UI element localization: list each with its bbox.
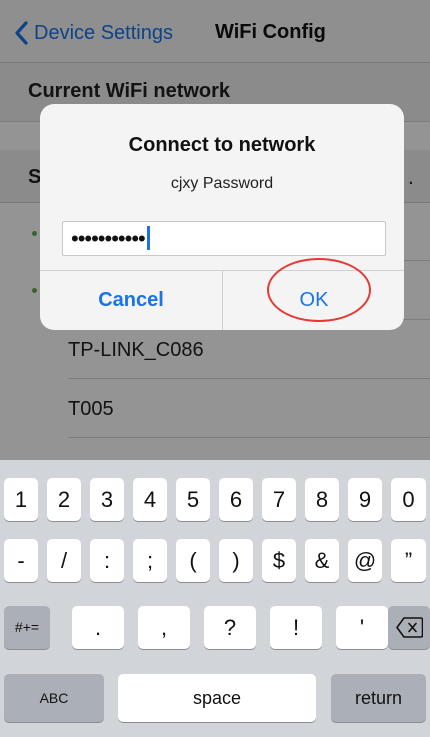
key-comma[interactable]: , — [138, 606, 190, 649]
password-field[interactable]: ••••••••••• — [62, 221, 386, 256]
abc-key[interactable]: ABC — [4, 674, 104, 722]
key-1[interactable]: 1 — [4, 478, 38, 521]
key-at[interactable]: @ — [348, 539, 382, 582]
backspace-icon — [396, 617, 423, 638]
key-colon[interactable]: : — [90, 539, 124, 582]
text-cursor — [146, 226, 150, 250]
dialog-message: cjxy Password — [170, 175, 274, 192]
dialog-title: Connect to network — [128, 134, 316, 156]
key-6[interactable]: 6 — [219, 478, 253, 521]
key-close-paren[interactable]: ) — [219, 539, 253, 582]
password-value: ••••••••••• — [71, 226, 146, 251]
key-open-paren[interactable]: ( — [176, 539, 210, 582]
return-key[interactable]: return — [331, 674, 426, 722]
ok-highlight-circle — [267, 258, 371, 322]
key-2[interactable]: 2 — [47, 478, 81, 521]
key-semicolon[interactable]: ; — [133, 539, 167, 582]
key-dollar[interactable]: $ — [262, 539, 296, 582]
key-4[interactable]: 4 — [133, 478, 167, 521]
cancel-button[interactable]: Cancel — [40, 270, 222, 330]
key-7[interactable]: 7 — [262, 478, 296, 521]
key-hyphen[interactable]: - — [4, 539, 38, 582]
key-8[interactable]: 8 — [305, 478, 339, 521]
delete-key[interactable] — [388, 606, 430, 649]
key-more-symbols[interactable]: #+= — [4, 606, 50, 649]
keyboard: 1 2 3 4 5 6 7 8 9 0 - / : ; ( ) $ & @ ” … — [0, 460, 430, 737]
key-9[interactable]: 9 — [348, 478, 382, 521]
key-quote[interactable]: ” — [391, 539, 426, 582]
space-key[interactable]: space — [118, 674, 316, 722]
key-exclamation[interactable]: ! — [270, 606, 322, 649]
key-apostrophe[interactable]: ' — [336, 606, 388, 649]
key-5[interactable]: 5 — [176, 478, 210, 521]
key-0[interactable]: 0 — [391, 478, 426, 521]
key-ampersand[interactable]: & — [305, 539, 339, 582]
key-3[interactable]: 3 — [90, 478, 124, 521]
key-period[interactable]: . — [72, 606, 124, 649]
key-slash[interactable]: / — [47, 539, 81, 582]
key-question[interactable]: ? — [204, 606, 256, 649]
